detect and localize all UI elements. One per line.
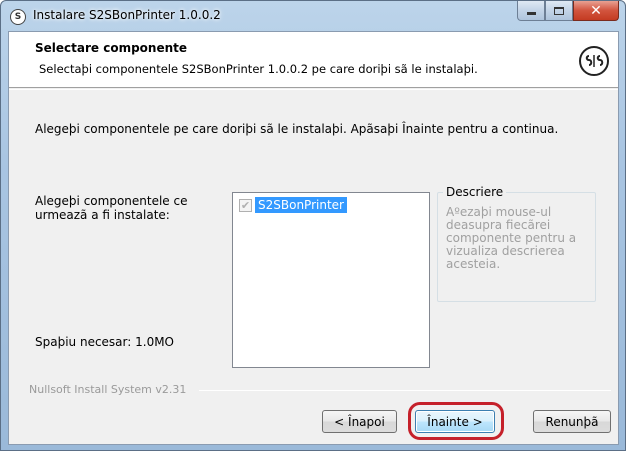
space-required: Spaþiu necesar: 1.0MO — [35, 335, 174, 349]
window-title: Instalare S2SBonPrinter 1.0.0.2 — [33, 8, 221, 22]
components-list[interactable]: ✔ S2SBonPrinter — [232, 192, 430, 368]
description-group: Descriere Aºezaþi mouse-ul deasupra fiec… — [437, 185, 596, 302]
app-icon-glyph: S — [14, 12, 22, 22]
component-label[interactable]: S2SBonPrinter — [255, 197, 347, 213]
minimize-button[interactable] — [517, 1, 545, 21]
maximize-icon — [554, 6, 564, 15]
client-area: Selectare componente Selectaþi component… — [8, 31, 619, 445]
s2s-logo-icon — [579, 46, 609, 76]
title-bar[interactable]: S Instalare S2SBonPrinter 1.0.0.2 ✕ — [1, 1, 625, 31]
back-button[interactable]: < Înapoi — [322, 410, 397, 433]
highlight-annotation — [408, 402, 504, 440]
logo-glyph — [585, 55, 604, 67]
branding-divider — [199, 390, 611, 391]
list-item[interactable]: ✔ S2SBonPrinter — [239, 197, 347, 213]
page-title: Selectare componente — [35, 41, 188, 55]
component-checkbox[interactable]: ✔ — [239, 198, 252, 212]
description-legend: Descriere — [443, 185, 507, 199]
installer-window: S Instalare S2SBonPrinter 1.0.0.2 ✕ Sele… — [0, 0, 626, 451]
page-subtitle: Selectaþi componentele S2SBonPrinter 1.0… — [39, 62, 478, 76]
close-button[interactable]: ✕ — [573, 1, 619, 21]
app-icon: S — [10, 9, 26, 25]
caption-buttons: ✕ — [517, 1, 619, 21]
branding-text: Nullsoft Install System v2.31 — [29, 383, 187, 396]
checkmark-icon: ✔ — [240, 198, 251, 212]
header-panel: Selectare componente Selectaþi component… — [9, 32, 618, 88]
minimize-icon — [526, 12, 536, 15]
description-text: Aºezaþi mouse-ul deasupra fiecãrei compo… — [446, 205, 577, 271]
cancel-button[interactable]: Renunþã — [533, 410, 611, 433]
components-label: Alegeþi componentele ce urmeazã a fi ins… — [35, 194, 188, 222]
close-icon: ✕ — [590, 2, 602, 19]
intro-text: Alegeþi componentele pe care doriþi sã l… — [35, 122, 559, 136]
header-divider — [9, 89, 618, 90]
maximize-button[interactable] — [545, 1, 573, 21]
